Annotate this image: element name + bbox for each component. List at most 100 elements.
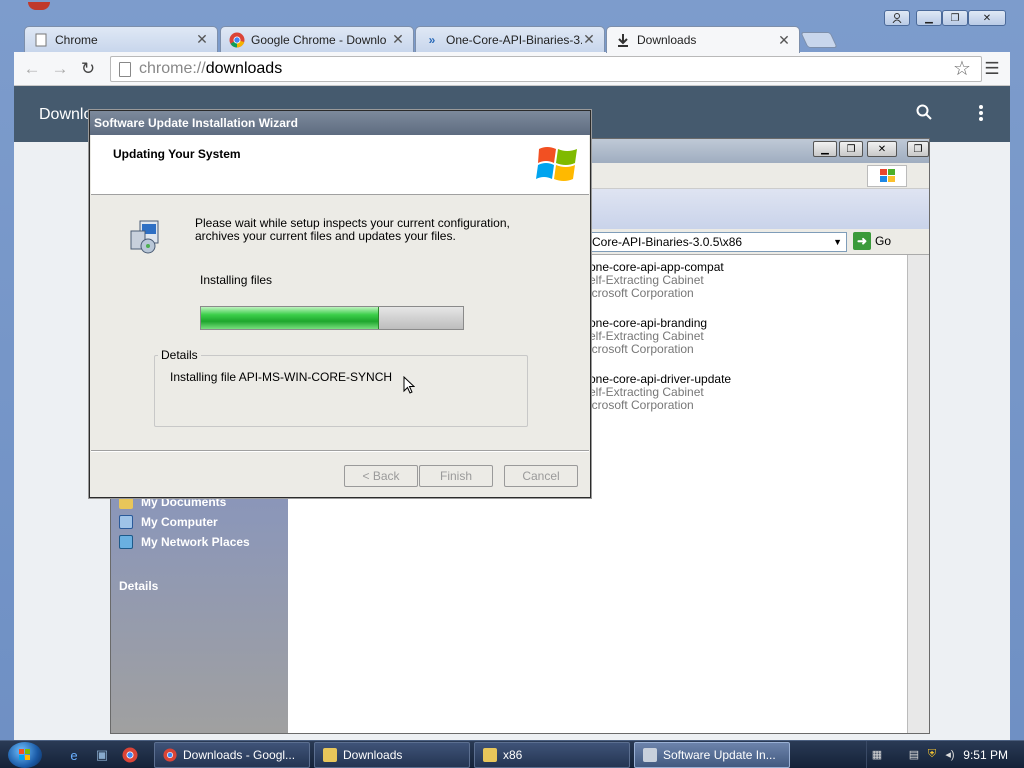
download-icon bbox=[615, 32, 631, 48]
close-icon[interactable]: ✕ bbox=[777, 32, 791, 49]
chrome-icon bbox=[163, 748, 177, 762]
address-bar[interactable]: chrome:// downloads bbox=[110, 56, 982, 82]
windows-logo-icon bbox=[536, 147, 577, 181]
back-arrow-icon[interactable]: ← bbox=[22, 59, 42, 79]
new-tab-button[interactable] bbox=[800, 32, 838, 48]
tab-label: One-Core-API-Binaries-3.0. bbox=[446, 32, 582, 47]
file-company: icrosoft Corporation bbox=[589, 398, 694, 412]
windows-flag-icon bbox=[867, 165, 907, 187]
taskbar: e ▣ Downloads - Googl... Downloads x86 S… bbox=[0, 740, 1024, 768]
taskbar-item-chrome-downloads[interactable]: Downloads - Googl... bbox=[154, 742, 310, 768]
folder-icon bbox=[483, 748, 497, 762]
taskbar-item-x86-folder[interactable]: x86 bbox=[474, 742, 630, 768]
tab-label: Downloads bbox=[637, 33, 697, 47]
double-chevron-icon: » bbox=[428, 32, 436, 47]
maximize-button[interactable]: ❐ bbox=[942, 10, 968, 26]
tab-label: Google Chrome - Downlo bbox=[251, 32, 387, 47]
progress-fill bbox=[201, 307, 380, 329]
windows-explorer-icon[interactable]: ▣ bbox=[92, 745, 112, 765]
finish-button[interactable]: Finish bbox=[419, 465, 493, 487]
details-groupbox bbox=[154, 355, 528, 427]
page-title: Downlo bbox=[39, 106, 93, 123]
shield-icon[interactable]: ⛨ bbox=[925, 747, 939, 761]
taskbar-item-software-update[interactable]: Software Update In... bbox=[634, 742, 790, 768]
chevron-down-icon[interactable]: ▼ bbox=[833, 237, 842, 247]
wizard-description: Please wait while setup inspects your cu… bbox=[195, 216, 510, 243]
volume-icon[interactable]: ◂) bbox=[943, 747, 957, 761]
wizard-header: Updating Your System bbox=[91, 135, 589, 195]
go-button[interactable]: ➜ Go bbox=[853, 232, 891, 250]
button-separator bbox=[91, 450, 589, 452]
chrome-icon bbox=[229, 32, 245, 48]
tab-label: Chrome bbox=[55, 32, 98, 47]
close-icon[interactable]: ✕ bbox=[195, 31, 209, 48]
file-company: icrosoft Corporation bbox=[589, 286, 694, 300]
list-item[interactable]: one-core-api-driver-update elf-Extractin… bbox=[589, 373, 731, 412]
details-text: Installing file API-MS-WIN-CORE-SYNCH bbox=[170, 370, 393, 384]
more-vert-icon[interactable] bbox=[978, 104, 984, 125]
details-heading[interactable]: Details bbox=[119, 579, 158, 593]
browser-toolbar: ← → ↻ chrome:// downloads ☆ ☰ bbox=[14, 52, 1010, 86]
close-icon[interactable]: ✕ bbox=[582, 31, 596, 48]
network-icon bbox=[119, 535, 133, 549]
wizard-step-title: Updating Your System bbox=[113, 147, 241, 161]
forward-arrow-icon[interactable]: → bbox=[50, 59, 70, 79]
list-item[interactable]: one-core-api-branding elf-Extracting Cab… bbox=[589, 317, 707, 356]
restore-button[interactable]: ❐ bbox=[907, 141, 929, 157]
page-icon bbox=[33, 32, 49, 48]
back-button[interactable]: < Back bbox=[344, 465, 418, 487]
menu-icon[interactable]: ☰ bbox=[982, 59, 1002, 79]
reload-icon[interactable]: ↻ bbox=[78, 59, 98, 79]
tab-chrome[interactable]: Chrome ✕ bbox=[24, 26, 218, 52]
clock: 9:51 PM bbox=[963, 748, 1008, 762]
chrome-profile-blob bbox=[28, 2, 50, 10]
url-scheme: chrome:// bbox=[139, 60, 206, 77]
taskbar-item-label: Software Update In... bbox=[663, 748, 776, 762]
tab-downloads[interactable]: Downloads ✕ bbox=[606, 26, 800, 53]
go-arrow-icon: ➜ bbox=[853, 232, 871, 250]
page-icon bbox=[119, 61, 131, 77]
mouse-cursor-icon bbox=[403, 376, 415, 394]
address-text: Core-API-Binaries-3.0.5\x86 bbox=[592, 235, 743, 249]
install-progress-bar bbox=[200, 306, 464, 330]
details-heading-label: Details bbox=[119, 579, 159, 593]
url-path: downloads bbox=[205, 60, 283, 77]
internet-explorer-icon[interactable]: e bbox=[64, 745, 84, 765]
details-label: Details bbox=[158, 348, 201, 362]
minimize-button[interactable]: ▁ bbox=[813, 141, 837, 157]
taskbar-item-label: Downloads - Googl... bbox=[183, 748, 296, 762]
list-item[interactable]: one-core-api-app-compat elf-Extracting C… bbox=[589, 261, 724, 300]
tab-google-chrome-download[interactable]: Google Chrome - Downlo ✕ bbox=[220, 26, 414, 52]
install-status: Installing files bbox=[200, 273, 273, 287]
taskbar-item-downloads-folder[interactable]: Downloads bbox=[314, 742, 470, 768]
start-button[interactable] bbox=[8, 742, 42, 768]
setup-icon bbox=[643, 748, 657, 762]
maximize-button[interactable]: ❐ bbox=[839, 141, 863, 157]
sidebar-item-label: My Computer bbox=[141, 515, 218, 529]
dialog-title: Software Update Installation Wizard bbox=[90, 111, 590, 135]
file-company: icrosoft Corporation bbox=[589, 342, 694, 356]
installation-wizard-dialog: Software Update Installation Wizard Upda… bbox=[89, 110, 591, 498]
profile-icon[interactable] bbox=[884, 10, 910, 26]
sidebar-item-label: My Network Places bbox=[141, 535, 250, 549]
close-icon[interactable]: ✕ bbox=[391, 31, 405, 48]
sidebar-item-my-computer[interactable]: My Computer bbox=[119, 515, 218, 529]
cancel-button[interactable]: Cancel bbox=[504, 465, 578, 487]
search-icon[interactable] bbox=[916, 104, 932, 125]
system-tray: ▤ ⛨ ◂) 9:51 PM bbox=[866, 741, 1024, 768]
sidebar-item-my-network-places[interactable]: My Network Places bbox=[119, 535, 250, 549]
chrome-icon[interactable] bbox=[120, 745, 140, 765]
star-icon[interactable]: ☆ bbox=[952, 59, 972, 79]
network-icon[interactable]: ▤ bbox=[907, 747, 921, 761]
setup-icon bbox=[130, 220, 159, 254]
computer-icon bbox=[119, 515, 133, 529]
taskbar-item-label: x86 bbox=[503, 748, 523, 762]
tab-one-core-api[interactable]: » One-Core-API-Binaries-3.0. ✕ bbox=[415, 26, 605, 52]
vertical-scrollbar[interactable] bbox=[907, 255, 929, 733]
folder-icon bbox=[323, 748, 337, 762]
go-label: Go bbox=[875, 234, 892, 248]
minimize-button[interactable]: ▁ bbox=[916, 10, 942, 26]
address-input[interactable]: Core-API-Binaries-3.0.5\x86 ▼ bbox=[587, 232, 847, 252]
close-window-button[interactable]: ✕ bbox=[867, 141, 897, 157]
close-window-button[interactable]: ✕ bbox=[968, 10, 1006, 26]
